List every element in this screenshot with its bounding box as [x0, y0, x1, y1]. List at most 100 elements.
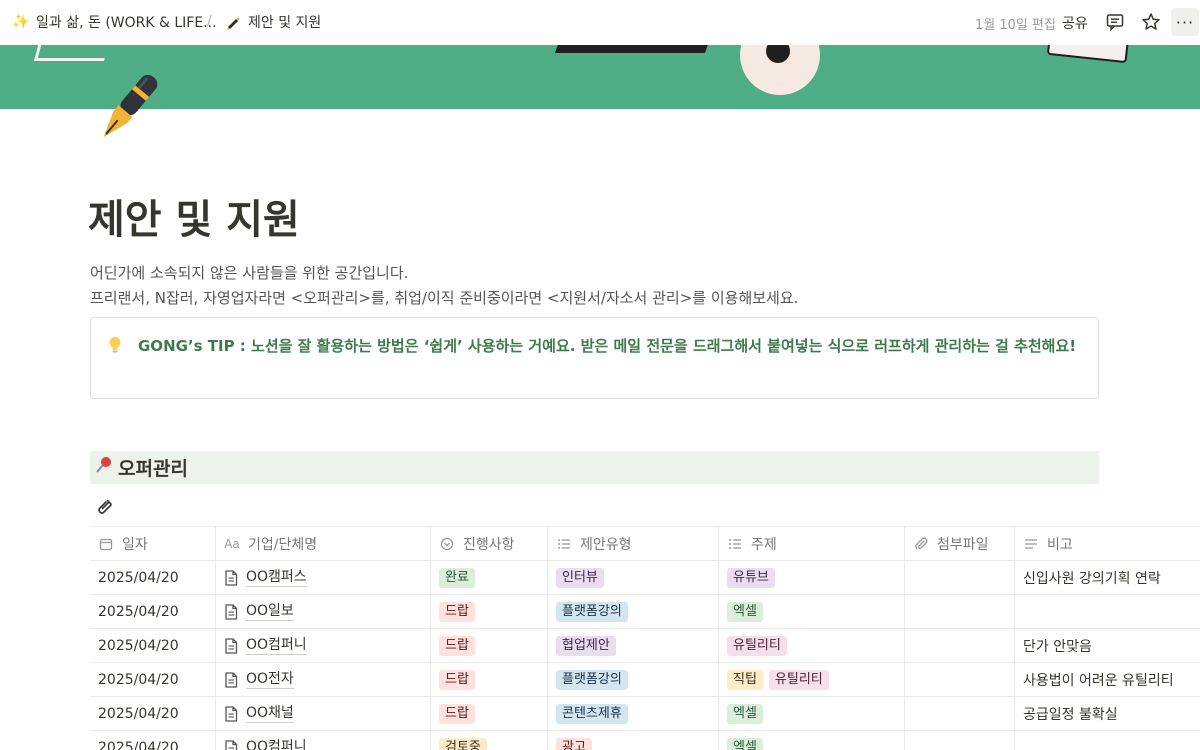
- topic-tag[interactable]: 직팁: [727, 669, 763, 690]
- cell-topic[interactable]: 엑셀: [719, 595, 905, 628]
- type-tag[interactable]: 플랫폼강의: [556, 601, 628, 622]
- cell-note[interactable]: 공급일정 불확실: [1015, 697, 1200, 730]
- cell-topic[interactable]: 엑셀: [719, 731, 905, 750]
- cell-date[interactable]: 2025/04/20: [90, 561, 216, 594]
- cell-note[interactable]: [1015, 731, 1200, 750]
- row-name-link[interactable]: OO컴퍼니: [246, 637, 307, 655]
- cover-shape-dark: [554, 45, 716, 53]
- link-icon[interactable]: [96, 497, 114, 515]
- topic-tag[interactable]: 엑셀: [727, 703, 763, 724]
- section-header[interactable]: 오퍼관리: [90, 451, 1099, 484]
- status-tag[interactable]: 드랍: [439, 669, 475, 690]
- row-name-link[interactable]: OO컴퍼니: [246, 739, 307, 750]
- cell-status[interactable]: 드랍: [431, 663, 548, 696]
- status-tag[interactable]: 드랍: [439, 635, 475, 656]
- breadcrumb-workspace[interactable]: ✨ 일과 삶, 돈 (WORK & LIFE...: [12, 12, 216, 32]
- document-icon: [224, 705, 240, 722]
- cell-name[interactable]: OO캠퍼스: [216, 561, 431, 594]
- cell-note[interactable]: 단가 안맞음: [1015, 629, 1200, 662]
- cell-note[interactable]: 신입사원 강의기획 연락: [1015, 561, 1200, 594]
- cell-file[interactable]: [905, 663, 1015, 696]
- cell-topic[interactable]: 유틸리티: [719, 629, 905, 662]
- star-icon[interactable]: [1140, 11, 1162, 33]
- paperclip-icon: [913, 536, 929, 552]
- row-name-link[interactable]: OO전자: [246, 671, 294, 689]
- cell-name[interactable]: OO컴퍼니: [216, 629, 431, 662]
- cell-type[interactable]: 플랫폼강의: [548, 663, 719, 696]
- page-icon[interactable]: [88, 66, 168, 150]
- breadcrumb-page[interactable]: 제안 및 지원: [224, 12, 321, 32]
- column-header-note[interactable]: 비고: [1015, 527, 1200, 560]
- cell-topic[interactable]: 직팁 유틸리티: [719, 663, 905, 696]
- cell-status[interactable]: 드랍: [431, 595, 548, 628]
- row-name-link[interactable]: OO캠퍼스: [246, 569, 307, 587]
- cell-topic[interactable]: 유튜브: [719, 561, 905, 594]
- comment-icon[interactable]: [1104, 11, 1126, 33]
- row-name-link[interactable]: OO일보: [246, 603, 294, 621]
- tip-callout[interactable]: GONG’s TIP : 노션을 잘 활용하는 방법은 ‘쉽게’ 사용하는 거예…: [90, 317, 1099, 399]
- description-line-2: 프리랜서, N잡러, 자영업자라면 <오퍼관리>를, 취업/이직 준비중이라면 …: [90, 289, 799, 307]
- status-tag[interactable]: 검토중: [439, 737, 487, 750]
- table-row[interactable]: 2025/04/20 OO채널 드랍 콘텐츠제휴 엑셀 공급일정 불확실: [90, 697, 1200, 731]
- topic-tag[interactable]: 엑셀: [727, 737, 763, 750]
- cell-date[interactable]: 2025/04/20: [90, 595, 216, 628]
- cell-file[interactable]: [905, 561, 1015, 594]
- cell-type[interactable]: 콘텐츠제휴: [548, 697, 719, 730]
- page-description[interactable]: 어딘가에 소속되지 않은 사람들을 위한 공간입니다. 프리랜서, N잡러, 자…: [90, 261, 798, 311]
- cell-name[interactable]: OO전자: [216, 663, 431, 696]
- column-header-topic[interactable]: 주제: [719, 527, 905, 560]
- column-header-date[interactable]: 일자: [90, 527, 216, 560]
- cell-type[interactable]: 협업제안: [548, 629, 719, 662]
- table-row[interactable]: 2025/04/20 OO캠퍼스 완료 인터뷰 유튜브 신입사원 강의기획 연락: [90, 561, 1200, 595]
- cell-file[interactable]: [905, 595, 1015, 628]
- type-tag[interactable]: 콘텐츠제휴: [556, 703, 628, 724]
- more-icon[interactable]: ···: [1171, 8, 1199, 36]
- table-row[interactable]: 2025/04/20 OO컴퍼니 드랍 협업제안 유틸리티 단가 안맞음: [90, 629, 1200, 663]
- table-row[interactable]: 2025/04/20 OO일보 드랍 플랫폼강의 엑셀: [90, 595, 1200, 629]
- row-name-link[interactable]: OO채널: [246, 705, 294, 723]
- cell-name[interactable]: OO컴퍼니: [216, 731, 431, 750]
- topic-tag[interactable]: 유틸리티: [768, 669, 829, 690]
- page-cover[interactable]: [0, 45, 1200, 109]
- share-button[interactable]: 공유: [1062, 13, 1088, 33]
- type-tag[interactable]: 광고: [556, 737, 592, 750]
- topic-tag[interactable]: 유틸리티: [727, 635, 787, 656]
- page-title[interactable]: 제안 및 지원: [88, 187, 300, 245]
- cell-status[interactable]: 드랍: [431, 629, 548, 662]
- cell-file[interactable]: [905, 697, 1015, 730]
- cell-date[interactable]: 2025/04/20: [90, 697, 216, 730]
- cell-name[interactable]: OO일보: [216, 595, 431, 628]
- table-row[interactable]: 2025/04/20 OO컴퍼니 검토중 광고 엑셀: [90, 731, 1200, 750]
- sparkles-icon: ✨: [12, 14, 30, 30]
- cell-file[interactable]: [905, 731, 1015, 750]
- cell-date[interactable]: 2025/04/20: [90, 663, 216, 696]
- cell-status[interactable]: 완료: [431, 561, 548, 594]
- column-header-status[interactable]: 진행사항: [431, 527, 548, 560]
- cell-note[interactable]: 사용법이 어려운 유틸리티: [1015, 663, 1200, 696]
- table-row[interactable]: 2025/04/20 OO전자 드랍 플랫폼강의 직팁 유틸리티 사용법이 어려운 유틸리티: [90, 663, 1200, 697]
- status-tag[interactable]: 드랍: [439, 601, 475, 622]
- status-tag[interactable]: 완료: [439, 567, 475, 588]
- cell-type[interactable]: 인터뷰: [548, 561, 719, 594]
- status-tag[interactable]: 드랍: [439, 703, 475, 724]
- topic-tag[interactable]: 유튜브: [727, 567, 775, 588]
- cell-name[interactable]: OO채널: [216, 697, 431, 730]
- column-header-file[interactable]: 첨부파일: [905, 527, 1015, 560]
- cell-type[interactable]: 광고: [548, 731, 719, 750]
- column-label: 기업/단체명: [248, 536, 318, 553]
- cell-date[interactable]: 2025/04/20: [90, 629, 216, 662]
- topic-tag[interactable]: 엑셀: [727, 601, 763, 622]
- cell-status[interactable]: 드랍: [431, 697, 548, 730]
- cell-topic[interactable]: 엑셀: [719, 697, 905, 730]
- type-tag[interactable]: 협업제안: [556, 635, 616, 656]
- type-tag[interactable]: 인터뷰: [556, 567, 604, 588]
- column-header-name[interactable]: Aa 기업/단체명: [216, 527, 431, 560]
- cell-status[interactable]: 검토중: [431, 731, 548, 750]
- table-body: 2025/04/20 OO캠퍼스 완료 인터뷰 유튜브 신입사원 강의기획 연락 2025/…: [90, 561, 1200, 750]
- column-header-type[interactable]: 제안유형: [548, 527, 719, 560]
- cell-file[interactable]: [905, 629, 1015, 662]
- cell-type[interactable]: 플랫폼강의: [548, 595, 719, 628]
- cell-note[interactable]: [1015, 595, 1200, 628]
- type-tag[interactable]: 플랫폼강의: [556, 669, 628, 690]
- cell-date[interactable]: 2025/04/20: [90, 731, 216, 750]
